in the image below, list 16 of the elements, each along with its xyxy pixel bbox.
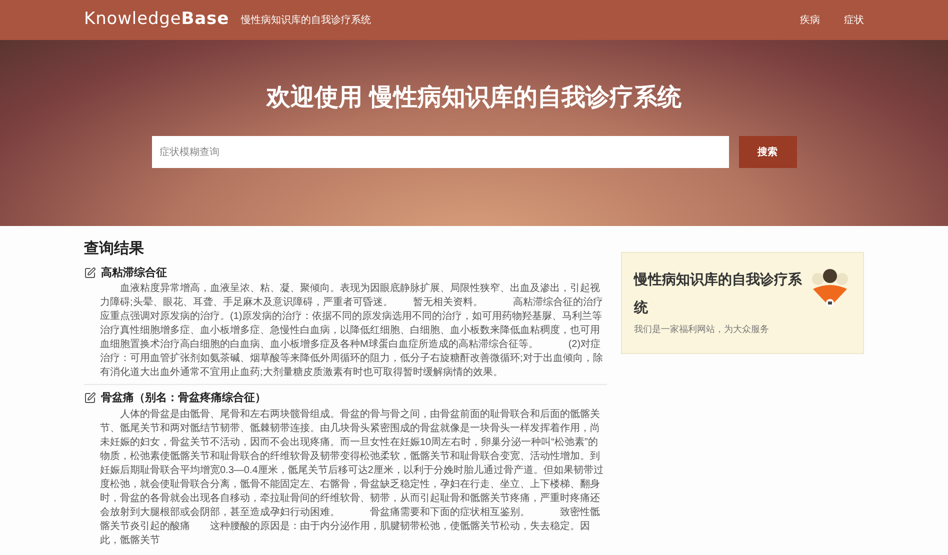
hero-title: 欢迎使用 慢性病知识库的自我诊疗系统 xyxy=(266,83,682,113)
result-description: 血液粘度异常增高，血液呈浓、粘、凝、聚倾向。表现为因眼底静脉扩展、局限性狭窄、出血及渗出，引起视力障碍;头晕、眼花、耳聋、手足麻木及意识障碍，严重者可昏迷。 暂无相关资料。 高粘滞综合征的治疗应重点强调对原发病的治疗。(1)原发病的治疗：依据不同的原发病选用不同的治疗，如可用药物羟基脲、马利兰等治疗真性细胞增多症、血小板增多症、急慢性白血病，以降低红细胞、白细胞、血小板数来降低血粘稠度，也可用血细胞置换术治疗高白细胞的白血病、血小板增多症及各种M球蛋白血症所造成的高粘滞综合征等。 (2)对症治疗：可用血管扩张剂如氨茶碱、烟草酸等来降低外周循环的阻力，低分子右旋糖酐改善微循环;对于出血倾向，除有消化道大出血外通常不宜用止血药;大剂量糖皮质激素有时也可取得暂时缓解病情的效果。 xyxy=(100,282,604,380)
edit-icon xyxy=(84,266,96,279)
result-title[interactable]: 骨盆痛（别名：骨盆疼痛综合征） xyxy=(101,390,266,406)
result-title[interactable]: 高粘滞综合征 xyxy=(101,264,167,281)
result-description: 人体的骨盆是由骶骨、尾骨和左右两块髋骨组成。骨盆的骨与骨之间，由骨盆前面的耻骨联合和后面的骶髂关节、骶尾关节和两对骶结节韧带、骶棘韧带连接。由几块骨头紧密围成的骨盆就像是一块骨头一样发挥着作用，尚未妊娠的妇女，骨盆关节不活动，因而不会出现疼痛。而一旦女性在妊娠10周左右时，卵巢分泌一种叫“松弛素”的物质，松弛素使骶髂关节和耻骨联合的纤维软骨及韧带变得松弛柔软，骶髂关节和耻骨联合变宽、活动性增加。到妊娠后期耻骨联合平均增宽0.3—0.4厘米，骶尾关节后移可达2厘米，以利于分娩时胎儿通过骨产道。但如果韧带过度松弛，就会使耻骨联合分离，骶骨不能固定左、右髂骨，骨盆缺乏稳定性，孕妇在行走、坐立、上下楼梯、翻身时，骨盆的各骨就会出现各自移动，牵拉耻骨间的纤维软骨、韧带，从而引起耻骨和骶髂关节疼痛，严重时疼痛还会放射到大腿根部或会阴部，甚至造成孕妇行动困难。 骨盆痛需要和下面的症状相互鉴别。 致密性骶髂关节炎引起的酸痛 这种腰酸的原因是：由于内分泌作用，肌腱韧带松弛，使骶髂关节松动，失去稳定。因此，骶髂关节 xyxy=(100,408,604,548)
nav-link[interactable]: 症状 xyxy=(844,12,864,28)
nav-link[interactable]: 疾病 xyxy=(800,12,820,28)
site-subtitle: 慢性病知识库的自我诊疗系统 xyxy=(241,14,372,28)
card-subtitle: 我们是一家福利网站，为大众服务 xyxy=(634,323,770,336)
search-field[interactable]: 症状模糊查询 xyxy=(152,136,728,168)
results-heading: 查询结果 xyxy=(84,239,145,259)
edit-icon xyxy=(84,392,96,404)
search-button[interactable]: 搜索 xyxy=(738,136,796,168)
brand-logo[interactable]: KnowledgeBase xyxy=(84,7,230,33)
card-title: 慢性病知识库的自我诊疗系统 xyxy=(634,270,803,317)
